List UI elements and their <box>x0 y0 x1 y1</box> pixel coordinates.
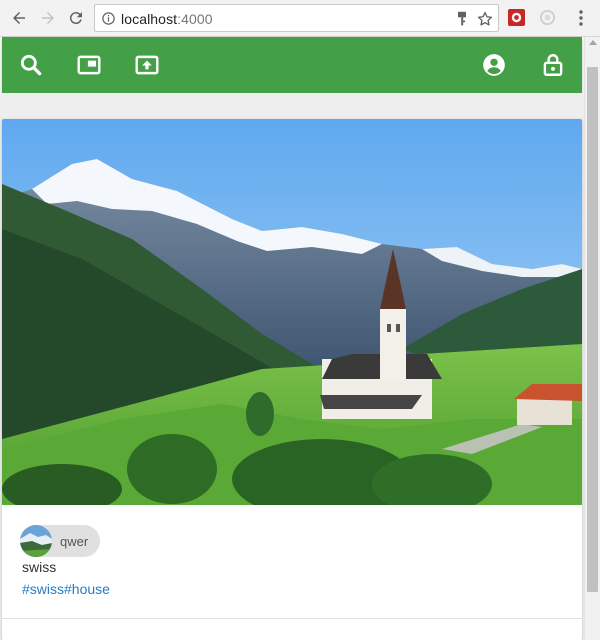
app-bar <box>2 37 582 93</box>
search-button[interactable] <box>17 51 45 79</box>
url-text: localhost:4000 <box>121 11 213 27</box>
author-name: qwer <box>60 533 89 549</box>
arrow-left-icon <box>13 12 25 24</box>
picture-in-picture-icon <box>77 55 101 75</box>
info-icon[interactable] <box>101 11 116 26</box>
author-chip[interactable]: qwer <box>20 525 101 557</box>
page-content: qwer swiss #swiss#house <box>0 93 584 640</box>
picture-in-picture-button[interactable] <box>75 51 103 79</box>
card-divider <box>2 618 582 619</box>
scrollbar-thumb[interactable] <box>587 67 598 592</box>
account-button[interactable] <box>480 51 508 79</box>
back-button[interactable] <box>9 8 29 28</box>
forward-button[interactable] <box>38 8 58 28</box>
extension-icon[interactable] <box>508 9 525 26</box>
avatar <box>20 525 52 557</box>
kebab-menu-icon[interactable] <box>572 9 590 27</box>
post-tags[interactable]: #swiss#house <box>22 581 110 597</box>
lock-button[interactable] <box>539 51 567 79</box>
upload-button[interactable] <box>133 51 161 79</box>
url-port: :4000 <box>177 11 213 27</box>
account-circle-icon <box>483 54 505 76</box>
browser-toolbar: localhost:4000 <box>0 0 600 37</box>
url-host: localhost <box>121 11 178 27</box>
star-icon[interactable] <box>476 10 494 28</box>
reload-icon <box>69 12 82 25</box>
post-caption: swiss <box>22 559 57 575</box>
search-icon <box>20 54 42 76</box>
landscape-photo <box>2 119 582 505</box>
address-bar[interactable]: localhost:4000 <box>94 4 499 32</box>
extension-icon[interactable] <box>539 9 556 26</box>
reload-button[interactable] <box>66 8 86 28</box>
scroll-up-arrow-icon[interactable] <box>589 40 597 45</box>
post-photo[interactable] <box>2 119 582 505</box>
arrow-right-icon <box>42 12 54 24</box>
upload-icon <box>135 55 159 75</box>
lock-open-icon <box>543 54 563 76</box>
avatar-image <box>20 525 52 557</box>
key-icon[interactable] <box>455 11 469 27</box>
post-card: qwer swiss #swiss#house <box>2 119 582 640</box>
scrollbar[interactable] <box>584 37 600 640</box>
